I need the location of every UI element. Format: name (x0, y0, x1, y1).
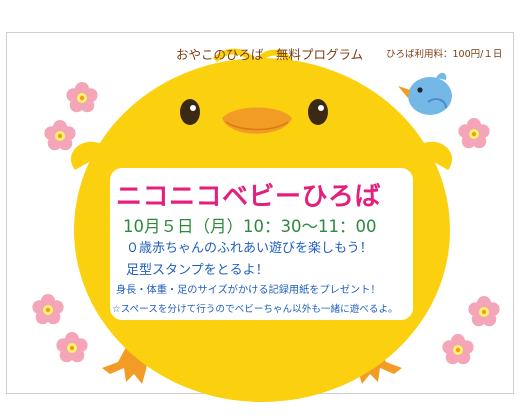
flower-icon (56, 332, 88, 363)
flower-icon (458, 118, 490, 149)
flower-icon (442, 334, 474, 365)
fee-notice: ひろば利用料：100円/１日 (386, 49, 503, 60)
program-header: おやこのひろば 無料プログラム (176, 47, 364, 62)
event-description: 足型スタンプをとるよ！ (126, 263, 269, 278)
flower-icon (44, 120, 76, 151)
flower-icon (66, 82, 98, 113)
event-date: 10月５日（月）10：30～11：00 (123, 217, 377, 236)
event-description: 身長・体重・足のサイズがかける記録用紙をプレゼント！ (116, 285, 381, 296)
blue-bird-icon (398, 72, 452, 115)
flower-icon (468, 296, 500, 327)
event-title: ニコニコベビーひろば (116, 182, 382, 212)
flower-icon (32, 294, 64, 325)
event-description: ０歳赤ちゃんのふれあい遊びを楽しもう！ (126, 241, 373, 256)
event-note: ☆スペースを分けて行うのでベビーちゃん以外も一緒に遊べるよ。 (112, 304, 398, 315)
